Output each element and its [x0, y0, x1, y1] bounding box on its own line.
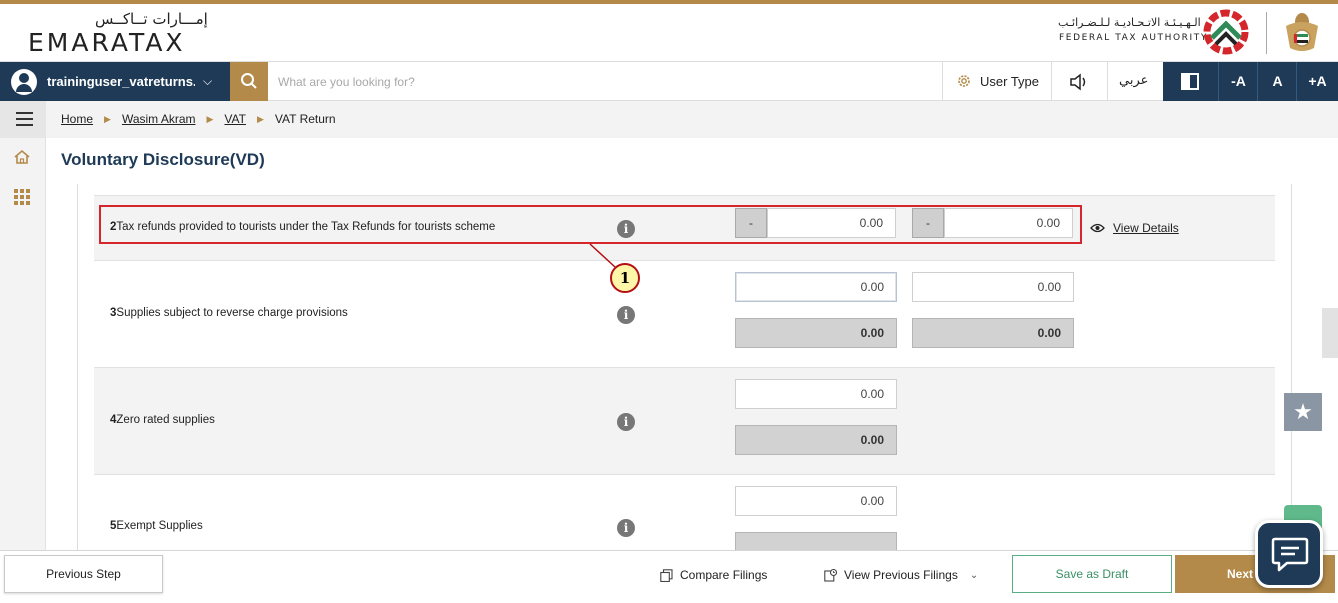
history-icon: [824, 568, 837, 582]
row-description: Exempt Supplies: [116, 520, 203, 532]
info-icon[interactable]: i: [617, 413, 635, 431]
left-sidebar: [0, 101, 46, 550]
info-icon[interactable]: i: [617, 306, 635, 324]
row-label: 3Supplies subject to reverse charge prov…: [110, 307, 348, 319]
scrollbar-thumb[interactable]: [1322, 308, 1338, 358]
nav-separator: [1107, 62, 1108, 101]
home-icon[interactable]: [13, 149, 31, 165]
gear-icon: [958, 75, 970, 87]
breadcrumb-arrow-icon: ▶: [104, 113, 111, 124]
view-details-label: View Details: [1113, 221, 1179, 235]
view-previous-filings-label: View Previous Filings: [844, 568, 958, 582]
row-description: Supplies subject to reverse charge provi…: [116, 307, 348, 319]
amount-adjusted-field: 0.00: [735, 318, 897, 348]
favorite-star-button[interactable]: ★: [1284, 393, 1322, 431]
row-description: Zero rated supplies: [116, 414, 215, 426]
table-row: 5Exempt Supplies i 0.00: [94, 474, 1275, 550]
vat-adjusted-field: 0.00: [912, 318, 1074, 348]
previous-step-button[interactable]: Previous Step: [4, 555, 163, 593]
copy-icon: [660, 568, 673, 582]
row-label: 4Zero rated supplies: [110, 414, 215, 426]
speaker-icon[interactable]: [1069, 73, 1089, 91]
save-as-draft-button[interactable]: Save as Draft: [1012, 555, 1172, 593]
amount-field[interactable]: 0.00: [735, 272, 897, 302]
user-menu[interactable]: traininguser_vatreturns... ⌵: [0, 62, 230, 101]
breadcrumb-vat[interactable]: VAT: [224, 112, 246, 126]
chevron-down-icon: ⌵: [203, 74, 213, 88]
breadcrumb-taxpayer[interactable]: Wasim Akram: [122, 112, 196, 126]
fta-arabic-name: الـهـيـئـة الاتـحـاديـة لـلـضـرائـب: [1058, 16, 1201, 29]
view-details-link[interactable]: View Details: [1090, 221, 1179, 235]
language-toggle[interactable]: عربي: [1119, 73, 1148, 88]
table-row: 3Supplies subject to reverse charge prov…: [94, 260, 1275, 368]
header-divider: [1266, 12, 1267, 54]
fta-english-name: FEDERAL TAX AUTHORITY: [1059, 33, 1208, 43]
breadcrumb-current: VAT Return: [274, 112, 336, 126]
chat-icon: [1271, 537, 1309, 572]
vat-field[interactable]: 0.00: [912, 272, 1074, 302]
row-label: 5Exempt Supplies: [110, 520, 203, 532]
action-footer: Previous Step Compare Filings View Previ…: [0, 550, 1338, 603]
font-decrease-button[interactable]: -A: [1218, 62, 1258, 101]
search-icon: [241, 73, 257, 89]
breadcrumb-bar: Home ▶ Wasim Akram ▶ VAT ▶ VAT Return: [46, 101, 1338, 138]
emaratax-logo[interactable]: EMARATAX: [28, 28, 186, 57]
hamburger-menu-icon[interactable]: [16, 112, 33, 126]
view-previous-filings-dropdown[interactable]: View Previous Filings ⌄: [824, 568, 978, 582]
amount-adjusted-field: 0.00: [735, 425, 897, 455]
user-type-label: User Type: [980, 73, 1040, 89]
uae-emblem-icon: [1286, 13, 1318, 51]
amount-field[interactable]: 0.00: [735, 486, 897, 516]
amount-adjusted-field: [735, 532, 897, 550]
emaratax-arabic-logo-text: إمـــارات تــاكــس: [95, 10, 208, 28]
top-navbar: traininguser_vatreturns... ⌵ User Type ع…: [0, 61, 1338, 101]
compare-filings-label: Compare Filings: [680, 568, 768, 582]
contrast-icon: [1181, 73, 1199, 90]
breadcrumb-home[interactable]: Home: [61, 112, 93, 126]
font-normal-button[interactable]: A: [1257, 62, 1297, 101]
page-title: Voluntary Disclosure(VD): [61, 150, 265, 169]
username-label: traininguser_vatreturns...: [47, 74, 195, 89]
search-input[interactable]: [278, 70, 878, 94]
callout-badge: 1: [610, 263, 640, 293]
eye-icon: [1090, 223, 1105, 233]
breadcrumb-arrow-icon: ▶: [206, 113, 214, 124]
highlight-box: [99, 205, 1082, 244]
amount-field[interactable]: 0.00: [735, 379, 897, 409]
user-type-selector[interactable]: User Type: [956, 73, 1039, 89]
breadcrumb: Home ▶ Wasim Akram ▶ VAT ▶ VAT Return: [61, 112, 336, 126]
site-header: إمـــارات تــاكــس EMARATAX الـهـيـئـة ا…: [0, 4, 1338, 61]
nav-separator: [1051, 62, 1052, 101]
font-increase-button[interactable]: +A: [1296, 62, 1338, 101]
contrast-toggle-button[interactable]: [1163, 62, 1218, 101]
info-icon[interactable]: i: [617, 519, 635, 537]
compare-filings-button[interactable]: Compare Filings: [660, 568, 767, 582]
chat-support-button[interactable]: [1255, 520, 1323, 588]
chevron-down-icon: ⌄: [969, 569, 979, 581]
search-button[interactable]: [230, 62, 268, 101]
apps-grid-icon[interactable]: [14, 189, 30, 205]
fta-logo-icon: [1203, 9, 1249, 55]
user-avatar-icon: [11, 68, 37, 95]
table-row: 4Zero rated supplies i 0.00 0.00: [94, 367, 1275, 475]
nav-separator: [942, 62, 943, 101]
breadcrumb-arrow-icon: ▶: [256, 113, 264, 124]
